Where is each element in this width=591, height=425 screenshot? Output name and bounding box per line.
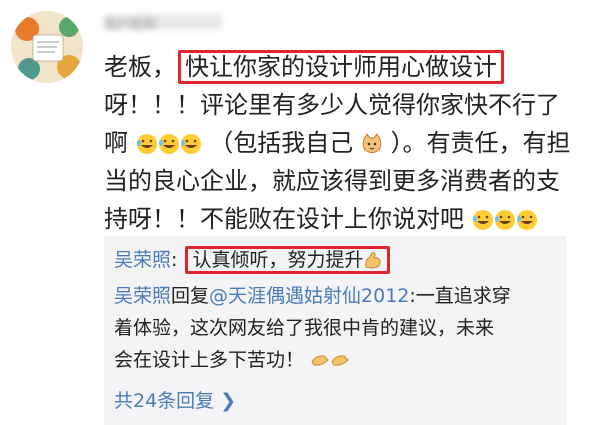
more-replies-link[interactable]: 共24条回复 ❯	[114, 384, 556, 418]
avatar[interactable]	[11, 11, 83, 83]
reply-author[interactable]: 吴荣照	[114, 285, 171, 307]
comment-text: （包括我自己	[209, 129, 354, 157]
comment-text: 老板，	[104, 53, 176, 81]
comment-line-1: 老板， 快让你家的设计师用心做设计	[104, 48, 584, 86]
comment-line-2: 呀！！！评论里有多少人觉得你家快不行了	[104, 91, 560, 119]
comment-line-5: 持呀！！不能败在设计上你说对吧	[104, 200, 584, 238]
reply-1: 吴荣照: 认真倾听，努力提升	[114, 244, 556, 280]
reply-2-line-3: 会在设计上多下苦功！	[114, 344, 556, 380]
laughing-crying-emoji	[136, 128, 202, 166]
username-blurred[interactable]: 用户昵称	[104, 14, 222, 30]
cat-emoji	[361, 128, 383, 166]
reply-2-line-1: 吴荣照回复@天涯偶遇姑射仙2012:一直追求穿	[114, 280, 556, 312]
reply-text: :一直追求穿	[409, 285, 511, 307]
highlight-box: 快让你家的设计师用心做设计	[178, 50, 504, 84]
reply-text: 会在设计上多下苦功！	[114, 349, 305, 371]
reply-author[interactable]: 吴荣照	[114, 249, 171, 271]
comment-body: 老板， 快让你家的设计师用心做设计 呀！！！评论里有多少人觉得你家快不行了 啊 （…	[104, 48, 584, 238]
highlight-box: 认真倾听，努力提升	[185, 246, 391, 274]
comment-line-4: 当的良心企业，就应该得到更多消费者的支	[104, 167, 560, 195]
comment-text: 持呀！！不能败在设计上你说对吧	[104, 205, 464, 233]
flexed-arm-emoji	[363, 248, 383, 280]
reply-text: 认真倾听，努力提升	[192, 249, 364, 271]
avatar-image	[11, 11, 83, 83]
reply-verb: 回复	[171, 285, 210, 307]
comment-text: 啊	[104, 129, 128, 157]
reply-mention[interactable]: @天涯偶遇姑射仙2012	[209, 285, 409, 307]
clapping-hands-emoji	[310, 348, 350, 380]
comment-line-3: 啊 （包括我自己 ）。有责任，有担	[104, 124, 584, 162]
replies-panel: 吴荣照: 认真倾听，努力提升 吴荣照回复@天涯偶遇姑射仙2012:一直追求穿 着…	[104, 236, 566, 425]
reply-separator: :	[171, 249, 184, 271]
reply-2-line-2: 着体验，这次网友给了我很中肯的建议，未来	[114, 317, 495, 339]
comment-text: ）。有责任，有担	[390, 129, 571, 157]
